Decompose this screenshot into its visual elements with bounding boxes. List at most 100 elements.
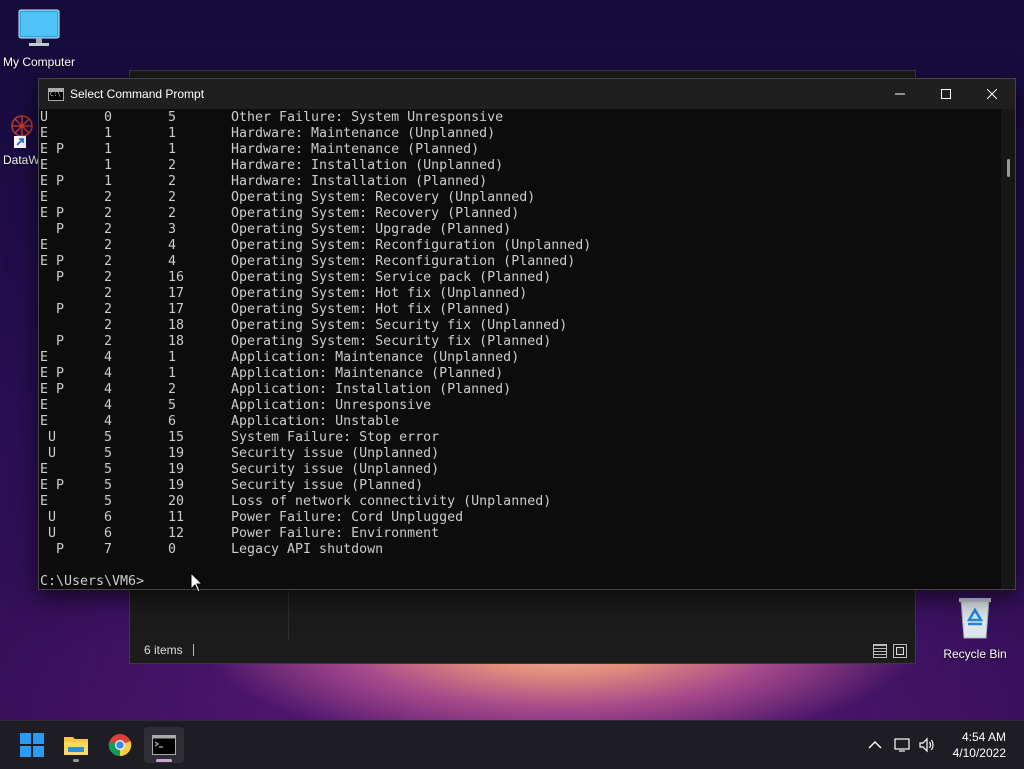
reason-cell: Hardware: Maintenance (Planned) [231, 142, 480, 157]
minor-code-cell: 19 [168, 446, 185, 461]
minor-code-cell: 1 [168, 142, 177, 157]
command-prompt-line[interactable]: C:\Users\VM6> [40, 574, 144, 589]
major-code-cell: 2 [104, 238, 113, 253]
maximize-button[interactable] [923, 79, 969, 109]
volume-icon[interactable] [918, 737, 936, 753]
console-output[interactable]: U 0 5 Other Failure: System Unresponsive E 1 1… [39, 109, 1001, 589]
major-code-cell: 5 [104, 430, 113, 445]
minor-code-cell: 19 [168, 462, 185, 477]
minor-code-cell: 17 [168, 302, 185, 317]
console-line: E 4 5 Application: Unresponsive [39, 398, 1001, 414]
reason-cell: Operating System: Reconfiguration (Unpla… [231, 238, 592, 253]
vertical-scrollbar[interactable] [1001, 109, 1015, 589]
close-icon [987, 89, 997, 99]
start-button[interactable] [12, 727, 52, 763]
major-code-cell: 6 [104, 510, 113, 525]
desktop-icon-dataw[interactable]: DataW [0, 108, 42, 167]
status-bar: 6 items [130, 637, 915, 663]
system-tray [866, 721, 936, 769]
scrollbar-thumb[interactable] [1007, 159, 1010, 177]
minor-code-cell: 2 [168, 190, 177, 205]
reason-cell: Power Failure: Cord Unplugged [231, 510, 464, 525]
minor-code-cell: 16 [168, 270, 185, 285]
reason-cell: Security issue (Unplanned) [231, 462, 440, 477]
flags-cell: E [40, 126, 49, 141]
minimize-icon [895, 93, 905, 95]
flags-cell: E [40, 158, 49, 173]
console-line: E 1 1 Hardware: Maintenance (Unplanned) [39, 126, 1001, 142]
taskbar: 4:54 AM 4/10/2022 [0, 720, 1024, 769]
major-code-cell: 4 [104, 350, 113, 365]
taskbar-chrome[interactable] [100, 727, 140, 763]
major-code-cell: 1 [104, 142, 113, 157]
flags-cell: E [40, 238, 49, 253]
console-line: E P 2 2 Operating System: Recovery (Planned… [39, 206, 1001, 222]
console-line: U 0 5 Other Failure: System Unresponsive [39, 110, 1001, 126]
reason-cell: Security issue (Planned) [231, 478, 424, 493]
minor-code-cell: 18 [168, 318, 185, 333]
flags-cell: P [40, 334, 65, 349]
flags-cell: E P [40, 478, 65, 493]
taskbar-file-explorer[interactable] [56, 727, 96, 763]
desktop-icon-recycle-bin[interactable]: Recycle Bin [938, 596, 1012, 661]
taskbar-clock[interactable]: 4:54 AM 4/10/2022 [953, 729, 1006, 761]
taskbar-command-prompt[interactable] [144, 727, 184, 763]
reason-cell: Operating System: Recovery (Planned) [231, 206, 520, 221]
network-icon[interactable] [894, 737, 912, 753]
minimize-button[interactable] [877, 79, 923, 109]
clock-time: 4:54 AM [961, 730, 1006, 744]
console-line: U 5 19 Security issue (Unplanned) [39, 446, 1001, 462]
flags-cell: P [40, 302, 65, 317]
close-button[interactable] [969, 79, 1015, 109]
reason-cell: Hardware: Maintenance (Unplanned) [231, 126, 496, 141]
flags-cell: E [40, 494, 49, 509]
console-line: E P 1 2 Hardware: Installation (Planned) [39, 174, 1001, 190]
major-code-cell: 4 [104, 398, 113, 413]
minor-code-cell: 6 [168, 414, 177, 429]
large-icons-view-icon[interactable] [893, 644, 907, 658]
desktop-icon-my-computer[interactable]: My Computer [0, 8, 78, 69]
major-code-cell: 2 [104, 222, 113, 237]
reason-cell: Operating System: Security fix (Planned) [231, 334, 552, 349]
major-code-cell: 5 [104, 446, 113, 461]
major-code-cell: 5 [104, 478, 113, 493]
desktop-icon-label: DataW [3, 153, 40, 167]
command-prompt-window[interactable]: Select Command Prompt U 0 5 Other Failure: … [38, 78, 1016, 590]
maximize-icon [941, 89, 951, 99]
minor-code-cell: 2 [168, 174, 177, 189]
minor-code-cell: 5 [168, 110, 177, 125]
console-line: E P 2 4 Operating System: Reconfiguration (… [39, 254, 1001, 270]
reason-cell: Operating System: Hot fix (Unplanned) [231, 286, 528, 301]
major-code-cell: 5 [104, 462, 113, 477]
title-bar[interactable]: Select Command Prompt [39, 79, 1015, 109]
recycle-bin-icon [959, 598, 991, 639]
major-code-cell: 4 [104, 414, 113, 429]
console-line: E 4 1 Application: Maintenance (Unplanned) [39, 350, 1001, 366]
console-line: E 2 4 Operating System: Reconfiguration (Un… [39, 238, 1001, 254]
console-line: P 2 17 Operating System: Hot fix (Planned) [39, 302, 1001, 318]
console-line: E 5 20 Loss of network connectivity (Unplan… [39, 494, 1001, 510]
console-line: E 4 6 Application: Unstable [39, 414, 1001, 430]
major-code-cell: 2 [104, 254, 113, 269]
flags-cell: U [40, 510, 57, 525]
minor-code-cell: 20 [168, 494, 185, 509]
console-line: E P 4 2 Application: Installation (Planned) [39, 382, 1001, 398]
reason-cell: Operating System: Recovery (Unplanned) [231, 190, 536, 205]
reason-cell: System Failure: Stop error [231, 430, 440, 445]
reason-cell: Application: Installation (Planned) [231, 382, 512, 397]
chevron-up-icon[interactable] [868, 740, 882, 750]
file-explorer-icon [64, 737, 88, 755]
status-separator [192, 644, 194, 656]
flags-cell: U [40, 526, 57, 541]
major-code-cell: 2 [104, 270, 113, 285]
reason-cell: Operating System: Service pack (Planned) [231, 270, 552, 285]
major-code-cell: 2 [104, 334, 113, 349]
console-line: E P 4 1 Application: Maintenance (Planned) [39, 366, 1001, 382]
details-view-icon[interactable] [873, 644, 887, 658]
reason-cell: Power Failure: Environment [231, 526, 440, 541]
minor-code-cell: 2 [168, 206, 177, 221]
cmd-app-icon [48, 87, 64, 101]
flags-cell: E [40, 190, 49, 205]
major-code-cell: 4 [104, 382, 113, 397]
reason-cell: Operating System: Security fix (Unplanne… [231, 318, 568, 333]
